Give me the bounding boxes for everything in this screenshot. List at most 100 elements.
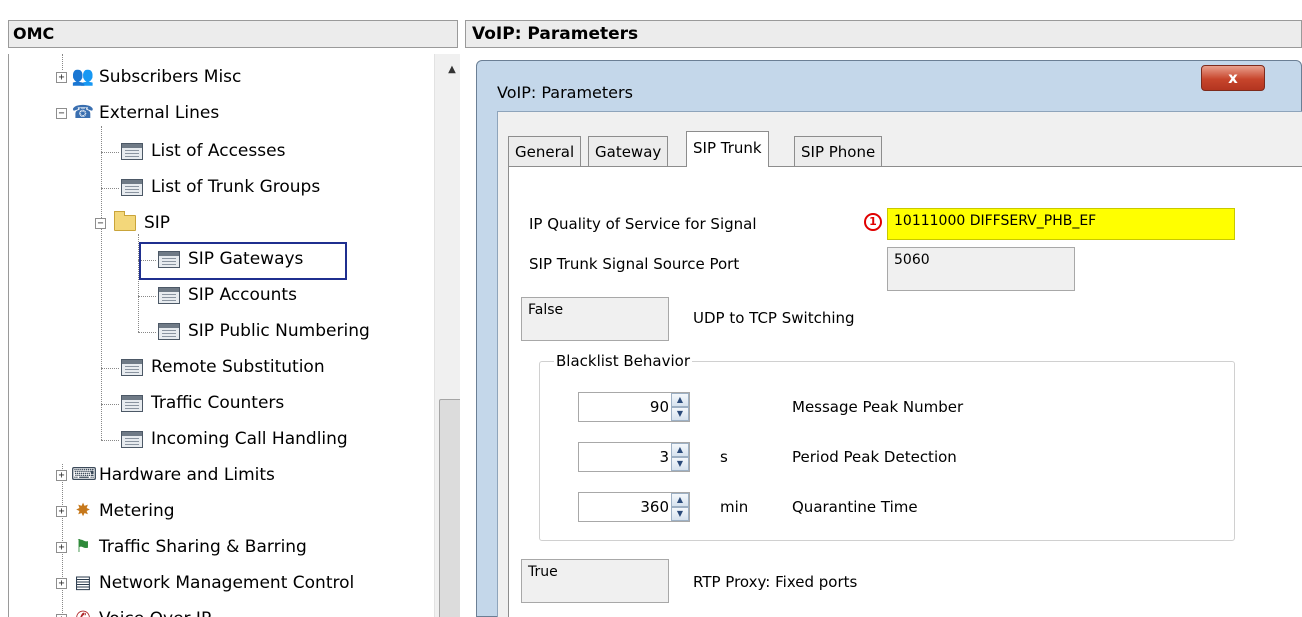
traffic-icon: ⚑ — [74, 536, 92, 557]
scrollbar-thumb[interactable] — [439, 399, 460, 617]
navigation-tree: + 👥 Subscribers Misc − ☎ External Lines … — [8, 54, 460, 617]
left-pane-title: OMC — [8, 20, 458, 48]
collapse-icon[interactable]: − — [95, 217, 106, 229]
annotation-marker: 1 — [864, 213, 882, 231]
spin-up-icon[interactable]: ▲ — [671, 443, 689, 457]
list-icon — [158, 322, 180, 340]
expand-icon[interactable]: + — [56, 613, 67, 617]
expand-icon[interactable]: + — [56, 541, 67, 553]
spin-up-icon[interactable]: ▲ — [671, 493, 689, 507]
selection-highlight — [139, 242, 347, 280]
tree-item-list-of-accesses[interactable]: List of Accesses — [121, 136, 285, 166]
quarantine-time-stepper[interactable]: 360 ▲ ▼ — [578, 492, 690, 522]
subscribers-icon: 👥 — [71, 66, 95, 87]
dialog-title: VoIP: Parameters — [497, 83, 633, 102]
tree-item-traffic-sharing-barring[interactable]: + ⚑ Traffic Sharing & Barring — [56, 532, 307, 562]
stepper-value[interactable]: 3 — [579, 443, 671, 471]
folder-icon — [114, 211, 136, 231]
stepper-value[interactable]: 90 — [579, 393, 671, 421]
udp-tcp-switching-field[interactable]: False — [521, 297, 669, 341]
list-icon — [121, 142, 143, 160]
tree-line — [101, 152, 119, 153]
tree-item-list-of-trunk-groups[interactable]: List of Trunk Groups — [121, 172, 320, 202]
message-peak-number-stepper[interactable]: 90 ▲ ▼ — [578, 392, 690, 422]
list-icon — [121, 430, 143, 448]
tree-item-network-management-control[interactable]: + ▤ Network Management Control — [56, 568, 354, 598]
spin-down-icon[interactable]: ▼ — [671, 507, 689, 521]
tree-item-label: List of Accesses — [151, 141, 286, 161]
tab-gateway[interactable]: Gateway — [588, 136, 669, 166]
tree-item-traffic-counters[interactable]: Traffic Counters — [121, 388, 284, 418]
tree-item-hardware-and-limits[interactable]: + ⌨ Hardware and Limits — [56, 460, 275, 490]
spin-down-icon[interactable]: ▼ — [671, 457, 689, 471]
close-icon: x — [1228, 69, 1238, 87]
external-lines-icon: ☎ — [71, 102, 95, 123]
list-icon — [121, 358, 143, 376]
tree-item-label: SIP Public Numbering — [188, 321, 370, 341]
tree-item-metering[interactable]: + ✸ Metering — [56, 496, 175, 526]
expand-icon[interactable]: + — [56, 505, 67, 517]
tree-line — [101, 368, 119, 369]
tree-item-label: Voice Over IP — [95, 609, 211, 617]
scroll-up-icon[interactable]: ▲ — [435, 60, 460, 80]
rtp-proxy-fixed-ports-field[interactable]: True — [521, 559, 669, 603]
blacklist-behavior-title: Blacklist Behavior — [554, 352, 692, 370]
tree-line — [101, 126, 102, 440]
tree-item-label: Metering — [99, 501, 175, 521]
tree-item-incoming-call-handling[interactable]: Incoming Call Handling — [121, 424, 348, 454]
tab-sip-phone[interactable]: SIP Phone — [794, 136, 883, 166]
list-icon — [121, 394, 143, 412]
expand-icon[interactable]: + — [56, 469, 67, 481]
period-peak-detection-stepper[interactable]: 3 ▲ ▼ — [578, 442, 690, 472]
tab-general[interactable]: General — [508, 136, 582, 166]
message-peak-number-label: Message Peak Number — [792, 398, 964, 416]
source-port-field[interactable]: 5060 — [887, 247, 1075, 291]
tree-item-voice-over-ip[interactable]: + ✆ Voice Over IP — [56, 604, 211, 617]
tree-item-sip-public-numbering[interactable]: SIP Public Numbering — [158, 316, 370, 346]
tree-item-remote-substitution[interactable]: Remote Substitution — [121, 352, 325, 382]
period-unit: s — [720, 448, 728, 466]
voip-parameters-dialog: VoIP: Parameters x General Gateway SIP T… — [476, 60, 1302, 617]
tree-item-label: Traffic Sharing & Barring — [99, 537, 307, 557]
tree-item-external-lines[interactable]: − ☎ External Lines — [56, 98, 219, 128]
list-icon — [121, 178, 143, 196]
tree-item-label: List of Trunk Groups — [151, 177, 321, 197]
spin-down-icon[interactable]: ▼ — [671, 407, 689, 421]
tree-item-sip[interactable]: − SIP — [95, 208, 170, 238]
tree-item-sip-accounts[interactable]: SIP Accounts — [158, 280, 297, 310]
tree-line — [101, 404, 119, 405]
quarantine-unit: min — [720, 498, 749, 516]
network-icon: ▤ — [74, 572, 92, 593]
tree-line — [138, 332, 156, 333]
udp-tcp-switching-label: UDP to TCP Switching — [693, 309, 855, 327]
tree-item-label: Incoming Call Handling — [151, 429, 348, 449]
tree-item-label: Subscribers Misc — [99, 67, 242, 87]
list-icon — [158, 286, 180, 304]
ip-qos-field[interactable]: 10111000 DIFFSERV_PHB_EF — [887, 208, 1235, 240]
tree-item-label: Hardware and Limits — [99, 465, 275, 485]
expand-icon[interactable]: + — [56, 71, 67, 83]
close-button[interactable]: x — [1201, 65, 1265, 91]
voip-icon: ✆ — [71, 608, 95, 617]
tree-item-subscribers-misc[interactable]: + 👥 Subscribers Misc — [56, 62, 241, 92]
hardware-icon: ⌨ — [71, 464, 97, 485]
right-pane-title: VoIP: Parameters — [465, 20, 1302, 48]
dialog-body: General Gateway SIP Trunk SIP Phone IP Q… — [497, 111, 1302, 617]
expand-icon[interactable]: + — [56, 577, 67, 589]
tab-sip-trunk[interactable]: SIP Trunk — [686, 131, 769, 167]
quarantine-time-label: Quarantine Time — [792, 498, 918, 516]
spin-up-icon[interactable]: ▲ — [671, 393, 689, 407]
tree-item-label: SIP — [144, 213, 171, 233]
metering-icon: ✸ — [75, 500, 91, 521]
sip-trunk-panel: IP Quality of Service for Signal 1 10111… — [508, 166, 1302, 617]
tree-line — [101, 188, 119, 189]
period-peak-detection-label: Period Peak Detection — [792, 448, 957, 466]
source-port-label: SIP Trunk Signal Source Port — [529, 255, 740, 273]
tree-scrollbar[interactable]: ▲ — [434, 54, 460, 617]
tree-line — [138, 296, 156, 297]
tree-item-label: Network Management Control — [99, 573, 355, 593]
rtp-proxy-fixed-ports-label: RTP Proxy: Fixed ports — [693, 573, 858, 591]
collapse-icon[interactable]: − — [56, 107, 67, 119]
tree-item-label: SIP Accounts — [188, 285, 297, 305]
stepper-value[interactable]: 360 — [579, 493, 671, 521]
